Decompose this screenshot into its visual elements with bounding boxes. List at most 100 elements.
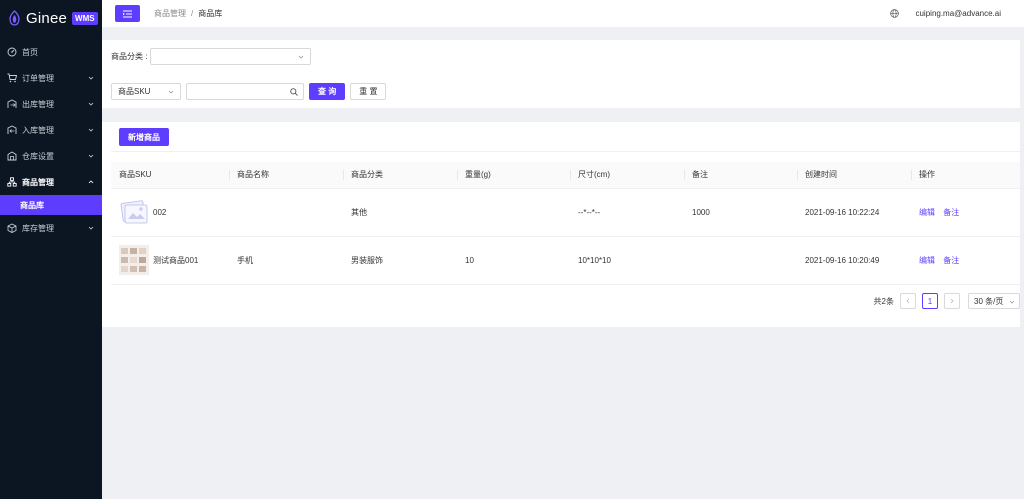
sidebar-item-inbound[interactable]: 入库管理	[0, 117, 102, 143]
column-header-name: 商品名称	[229, 162, 343, 189]
sku-value: 测试商品001	[153, 255, 199, 265]
name-cell: 手机	[229, 236, 343, 285]
header-right: cuiping.ma@advance.ai	[890, 0, 1001, 27]
column-header-created: 创建时间	[797, 162, 911, 189]
query-button[interactable]: 查 询	[309, 83, 346, 100]
product-tree-icon	[7, 177, 17, 187]
weight-cell: 10	[457, 236, 570, 285]
weight-cell	[457, 188, 570, 237]
total-count: 共2条	[873, 296, 894, 306]
sidebar: Ginee WMS 首页 订单管理 出库管理 入库管理 仓库设置 商品管理 商品…	[0, 0, 102, 499]
sidebar-item-label: 出库管理	[22, 99, 54, 109]
column-header-size: 尺寸(cm)	[570, 162, 684, 189]
search-row: 商品SKU 查 询 重 置	[111, 83, 387, 100]
table-row: 002 其他 --*--*-- 1000 2021-09-16 10:22:24…	[111, 188, 1020, 237]
user-email[interactable]: cuiping.ma@advance.ai	[915, 9, 1001, 18]
menu-icon	[123, 10, 132, 17]
chevron-down-icon	[88, 76, 94, 80]
sidebar-item-inventory[interactable]: 库存管理	[0, 215, 102, 241]
chevron-down-icon	[88, 226, 94, 230]
divider	[111, 151, 1020, 152]
sidebar-item-label: 入库管理	[22, 125, 54, 135]
note-link[interactable]: 备注	[943, 256, 959, 265]
logo-text: Ginee	[26, 9, 68, 27]
remark-cell: 1000	[684, 188, 797, 237]
name-cell	[229, 188, 343, 237]
size-cell: --*--*--	[570, 188, 684, 237]
remark-cell	[684, 236, 797, 285]
search-input[interactable]	[187, 84, 287, 99]
ginee-logo-icon	[9, 9, 20, 26]
chevron-up-icon	[88, 180, 94, 184]
edit-link[interactable]: 编辑	[919, 256, 935, 265]
sku-cell-content: 测试商品001	[119, 245, 229, 275]
filter-panel: 商品分类 : 商品SKU 查 询 重 置	[102, 40, 1020, 108]
breadcrumb-current: 商品库	[198, 9, 223, 18]
column-header-category: 商品分类	[343, 162, 457, 189]
sidebar-item-label: 商品管理	[22, 177, 54, 187]
search-field-select-value: 商品SKU	[118, 87, 151, 96]
chevron-down-icon	[1009, 300, 1015, 304]
menu-toggle-button[interactable]	[115, 5, 140, 22]
search-icon[interactable]	[290, 88, 298, 96]
chevron-left-icon	[906, 298, 910, 304]
edit-link[interactable]: 编辑	[919, 208, 935, 217]
sku-cell-content: 002	[119, 197, 229, 227]
category-cell: 其他	[343, 188, 457, 237]
product-table-panel: 新增商品 商品SKU 商品名称 商品分类 重量(g) 尺寸(cm) 备注 创建时…	[102, 122, 1020, 327]
sku-value: 002	[153, 207, 167, 217]
add-product-button[interactable]: 新增商品	[119, 128, 169, 146]
sidebar-item-label: 订单管理	[22, 73, 54, 83]
sidebar-item-warehouse-settings[interactable]: 仓库设置	[0, 143, 102, 169]
logo[interactable]: Ginee WMS	[0, 0, 102, 36]
search-box	[186, 83, 304, 100]
sidebar-item-product-management[interactable]: 商品管理	[0, 169, 102, 195]
globe-icon[interactable]	[890, 9, 900, 18]
sidebar-item-label: 首页	[22, 47, 38, 57]
warehouse-icon	[7, 151, 17, 161]
sidebar-item-label: 仓库设置	[22, 151, 54, 161]
product-thumbnail-icon	[119, 245, 149, 275]
chevron-down-icon	[168, 90, 174, 94]
sidebar-item-label: 库存管理	[22, 223, 54, 233]
chevron-down-icon	[88, 128, 94, 132]
column-header-sku: 商品SKU	[111, 162, 229, 189]
page-button[interactable]: 1	[922, 293, 938, 309]
chevron-down-icon	[88, 154, 94, 158]
created-cell: 2021-09-16 10:20:49	[797, 236, 911, 285]
search-field-select[interactable]: 商品SKU	[111, 83, 181, 100]
breadcrumb-separator: /	[191, 9, 194, 18]
note-link[interactable]: 备注	[943, 208, 959, 217]
chevron-right-icon	[950, 298, 954, 304]
sidebar-item-label: 商品库	[20, 200, 44, 210]
column-header-actions: 操作	[911, 162, 1020, 189]
sidebar-item-orders[interactable]: 订单管理	[0, 65, 102, 91]
sidebar-item-product-library[interactable]: 商品库	[0, 195, 102, 215]
page-size-select[interactable]: 30 条/页	[968, 293, 1020, 309]
dashboard-icon	[7, 47, 17, 57]
breadcrumb-parent[interactable]: 商品管理	[154, 8, 186, 19]
image-placeholder-icon	[120, 200, 148, 224]
page-size-value: 30 条/页	[974, 296, 1004, 306]
sku-cell: 测试商品001	[111, 236, 229, 285]
chevron-down-icon	[299, 55, 304, 59]
logo-badge: WMS	[72, 11, 98, 25]
prev-page-button[interactable]	[900, 293, 916, 309]
sku-cell: 002	[111, 188, 229, 237]
table-header-row: 商品SKU 商品名称 商品分类 重量(g) 尺寸(cm) 备注 创建时间 操作	[111, 162, 1020, 189]
reset-button[interactable]: 重 置	[350, 83, 387, 100]
actions-cell: 编辑 备注	[911, 188, 1020, 237]
table-row: 测试商品001 手机 男装服饰 10 10*10*10 2021-09-16 1…	[111, 236, 1020, 285]
sidebar-item-outbound[interactable]: 出库管理	[0, 91, 102, 117]
next-page-button[interactable]	[944, 293, 960, 309]
top-header: 商品管理 / 商品库 cuiping.ma@advance.ai	[102, 0, 1024, 27]
column-header-remark: 备注	[684, 162, 797, 189]
category-filter: 商品分类 :	[111, 48, 312, 65]
category-cell: 男装服饰	[343, 236, 457, 285]
category-select[interactable]	[150, 48, 312, 65]
chevron-down-icon	[88, 102, 94, 106]
outbound-icon	[7, 99, 17, 108]
sidebar-item-home[interactable]: 首页	[0, 39, 102, 65]
category-label: 商品分类 :	[111, 52, 148, 61]
cart-icon	[7, 73, 17, 83]
